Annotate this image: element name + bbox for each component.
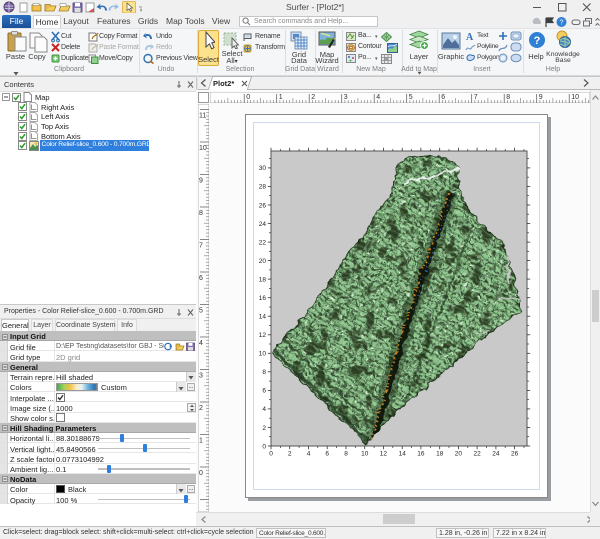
svg-text:6: 6 xyxy=(441,94,445,101)
svg-text:20: 20 xyxy=(455,451,463,458)
svg-text:5: 5 xyxy=(409,94,413,101)
svg-text:1: 1 xyxy=(199,438,203,445)
svg-text:1: 1 xyxy=(279,94,283,101)
svg-text:8: 8 xyxy=(344,451,348,458)
svg-text:4: 4 xyxy=(199,340,203,347)
svg-text:18: 18 xyxy=(259,276,267,283)
svg-text:8: 8 xyxy=(199,210,203,217)
svg-text:5: 5 xyxy=(199,308,203,315)
svg-text:4: 4 xyxy=(376,94,380,101)
svg-text:16: 16 xyxy=(259,295,267,302)
svg-text:14: 14 xyxy=(399,451,407,458)
svg-text:3: 3 xyxy=(344,94,348,101)
svg-text:24: 24 xyxy=(492,451,500,458)
svg-text:20: 20 xyxy=(259,258,267,265)
svg-text:0: 0 xyxy=(269,451,273,458)
svg-text:2: 2 xyxy=(288,451,292,458)
svg-text:0: 0 xyxy=(262,443,266,450)
svg-text:4: 4 xyxy=(307,451,311,458)
svg-text:30: 30 xyxy=(259,165,267,172)
svg-text:6: 6 xyxy=(199,275,203,282)
svg-text:12: 12 xyxy=(259,332,267,339)
svg-text:A: A xyxy=(466,32,474,43)
svg-text:18: 18 xyxy=(436,451,444,458)
svg-text:2: 2 xyxy=(262,425,266,432)
svg-text:10: 10 xyxy=(571,94,579,101)
svg-text:7: 7 xyxy=(199,243,203,250)
svg-text:12: 12 xyxy=(380,451,388,458)
svg-text:9: 9 xyxy=(539,94,543,101)
svg-text:11: 11 xyxy=(199,113,206,120)
svg-text:4: 4 xyxy=(262,406,266,413)
svg-text:2: 2 xyxy=(311,94,315,101)
svg-text:6: 6 xyxy=(325,451,329,458)
svg-text:10: 10 xyxy=(259,351,267,358)
svg-text:7: 7 xyxy=(474,94,478,101)
svg-text:8: 8 xyxy=(506,94,510,101)
svg-text:10: 10 xyxy=(199,145,207,152)
svg-text:8: 8 xyxy=(262,369,266,376)
svg-text:22: 22 xyxy=(473,451,481,458)
svg-text:22: 22 xyxy=(259,239,267,246)
svg-text:28: 28 xyxy=(259,184,267,191)
svg-text:6: 6 xyxy=(262,388,266,395)
svg-text:0: 0 xyxy=(246,94,250,101)
svg-text:?: ? xyxy=(559,18,563,27)
svg-text:9: 9 xyxy=(199,178,203,185)
svg-text:2: 2 xyxy=(199,405,203,412)
svg-text:26: 26 xyxy=(259,202,267,209)
svg-text:10: 10 xyxy=(361,451,369,458)
svg-text:0: 0 xyxy=(199,470,203,477)
svg-text:26: 26 xyxy=(511,451,519,458)
svg-text:16: 16 xyxy=(417,451,425,458)
svg-text:?: ? xyxy=(534,35,541,47)
svg-text:3: 3 xyxy=(199,373,203,380)
svg-text:14: 14 xyxy=(259,314,267,321)
svg-text:24: 24 xyxy=(259,221,267,228)
